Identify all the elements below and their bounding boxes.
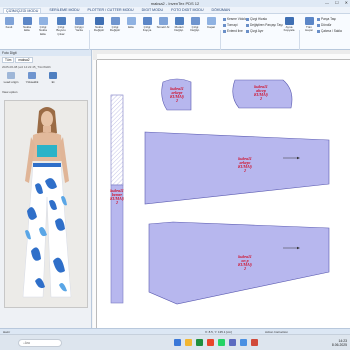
kapat-button[interactable]: Kapat [204, 17, 218, 29]
parca-tasi-item[interactable]: Değiştiren Parçayı Taşı [246, 23, 283, 27]
model-photo [4, 100, 88, 308]
taskbar-apps [172, 339, 260, 346]
cakma-item[interactable]: Çakma / Sakla [317, 29, 342, 33]
back-label-4: 2 [243, 168, 246, 173]
extend-icon [223, 29, 226, 33]
close-button[interactable]: ✕ [345, 0, 348, 5]
mode-tabs: ÇİZİM/ÇİZGİ MODU SERİLEME MODU PLOTTER /… [0, 7, 350, 14]
cizgi-ayir-item[interactable]: Çizgi Ayır [246, 29, 263, 33]
move-piece-icon [246, 23, 249, 27]
turn-icon [223, 23, 226, 27]
mirror-icon [284, 17, 294, 25]
title-bar: maksa2 - InvenTex PDS 12 — ☐ ✕ [0, 0, 350, 7]
load-origin-button[interactable]: Load origin [2, 72, 20, 84]
tab-digit[interactable]: DIGIT MODU [142, 8, 164, 12]
browser-icon[interactable] [207, 339, 214, 346]
model-photo-illustration [5, 101, 87, 307]
taskbar-clock[interactable]: 14:23 8.06.2025 [332, 339, 347, 347]
tab-plotter[interactable]: PLOTTER / CUTTER MODU [88, 8, 134, 12]
front-label-4: 2 [243, 266, 246, 271]
point-edit-icon [94, 17, 104, 25]
ekle-button[interactable]: Ekle [124, 17, 138, 29]
action-instruction: Action Instruction [265, 329, 289, 334]
extend-line-item[interactable]: Extend line [223, 29, 243, 33]
rotate-icon [317, 23, 320, 27]
cizgi-hizala-item[interactable]: Çizgi Hizala [246, 17, 267, 21]
cizgiyi-yarila-button[interactable]: Çizgiyi Yarıla [72, 17, 86, 33]
excel-icon[interactable] [196, 339, 203, 346]
tab-foto-digit[interactable]: FOTO DIGIT MODU [171, 8, 203, 12]
cizgi-nokta-ekle-button[interactable]: Çizgi Nokta Ekle [36, 17, 50, 36]
cursor-coordinates: X: 8.5, Y: 135.1 [cm] [205, 329, 232, 334]
kesit-button[interactable]: Kesit [2, 17, 16, 29]
maximize-button[interactable]: ☐ [335, 0, 339, 5]
pattern-drawing[interactable]: kubra11 arkepr KUMAŞ 2 kubra11 ahcep KUM… [97, 60, 350, 328]
kesit-icon [4, 17, 14, 25]
cizgi-degistir-button[interactable]: Çizgi Değiştir [108, 17, 122, 33]
load-icon [7, 72, 15, 79]
et-button[interactable]: Et [44, 72, 62, 84]
file-explorer-icon[interactable] [174, 339, 181, 346]
et-icon [49, 72, 57, 79]
clock-date: 8.06.2025 [331, 342, 347, 347]
split-icon [74, 17, 84, 25]
cizgi-kopya-button[interactable]: Çizgi Kopya [140, 17, 154, 33]
modeli-degistir-button[interactable]: Modeli Değişt. [172, 17, 186, 33]
height-icon [28, 72, 36, 79]
copy-line-icon [142, 17, 152, 25]
simetri-al-button[interactable]: Simetri Al [156, 17, 170, 29]
pattern-canvas-area: kubra11 arkepr KUMAŞ 2 kubra11 ahcep KUM… [93, 50, 350, 328]
tab-serileme[interactable]: SERİLEME MODU [49, 8, 79, 12]
align-icon [246, 17, 249, 21]
inventex-icon[interactable] [240, 339, 247, 346]
panel-tab-maksa2[interactable]: maksa2 [15, 57, 33, 63]
nokta-ekle-button[interactable]: Nokta Ekle [20, 17, 34, 33]
tab-cizim[interactable]: ÇİZİM/ÇİZGİ MODU [3, 7, 42, 13]
yukseklik-button[interactable]: Yükseklik [23, 72, 41, 84]
line-point-icon [38, 17, 48, 25]
panel-tabs: Tüm maksa2 [0, 56, 91, 64]
cut-icon [223, 17, 226, 21]
hide-icon [317, 29, 320, 33]
waistband-label-4: 2 [115, 200, 118, 205]
nokta-degistir-button[interactable]: Nokta Değiştir [92, 17, 106, 33]
line-size-icon [56, 17, 66, 25]
add-icon [126, 17, 136, 25]
panel-tab-all[interactable]: Tüm [2, 57, 15, 63]
pocket2-label-4: 2 [259, 96, 262, 101]
panel-tools: Load origin Yükseklik Et [0, 70, 91, 90]
tab-dokuman[interactable]: DÖKÜMAN [212, 8, 230, 12]
taskbar-search[interactable]: ⌕ Ara [18, 338, 62, 347]
model-edit-icon [174, 17, 184, 25]
point-add-icon [22, 17, 32, 25]
ayna-kopyala-button[interactable]: Ayna Kopyala [282, 17, 296, 33]
folder-icon[interactable] [185, 339, 192, 346]
tum-hepsi-button[interactable]: Tüm Hepsi [302, 17, 316, 33]
ribbon: Kesit Nokta Ekle Çizgi Nokta Ekle Çizgi … [0, 14, 350, 62]
select-all-icon [304, 17, 314, 25]
kesme-vidola-item[interactable]: Kesme Vidola [223, 17, 247, 21]
minimize-button[interactable]: — [325, 0, 329, 5]
app-icon[interactable] [251, 339, 258, 346]
line-edit-icon [110, 17, 120, 25]
view-option[interactable]: View option [0, 90, 91, 94]
teams-icon[interactable] [229, 339, 236, 346]
move-icon [317, 17, 320, 21]
dondur-item[interactable]: Döndür [317, 23, 331, 27]
symmetry-icon [158, 17, 168, 25]
cizgi-boyutu-button[interactable]: Çizgi Boyutu Çıkar [54, 17, 68, 36]
close-shape-icon [206, 17, 216, 25]
separate-icon [246, 29, 249, 33]
pattern-canvas[interactable]: kubra11 arkepr KUMAŞ 2 kubra11 ahcep KUM… [97, 60, 350, 328]
status-ready: Hazır [3, 329, 11, 334]
cizgi-degistir2-button[interactable]: Çizgi Değişt. [188, 17, 202, 33]
line-change-icon [190, 17, 200, 25]
pocket1-label-4: 2 [175, 98, 178, 103]
tornapi-item[interactable]: Tornapi [223, 23, 237, 27]
window-controls: — ☐ ✕ [325, 0, 348, 5]
window-title: maksa2 - InvenTex PDS 12 [150, 1, 200, 6]
parca-tasi2-item[interactable]: Parça Taşı [317, 17, 336, 21]
whatsapp-icon[interactable] [218, 339, 225, 346]
taskbar: ⌕ Ara 14:23 8.06.2025 [0, 334, 350, 350]
